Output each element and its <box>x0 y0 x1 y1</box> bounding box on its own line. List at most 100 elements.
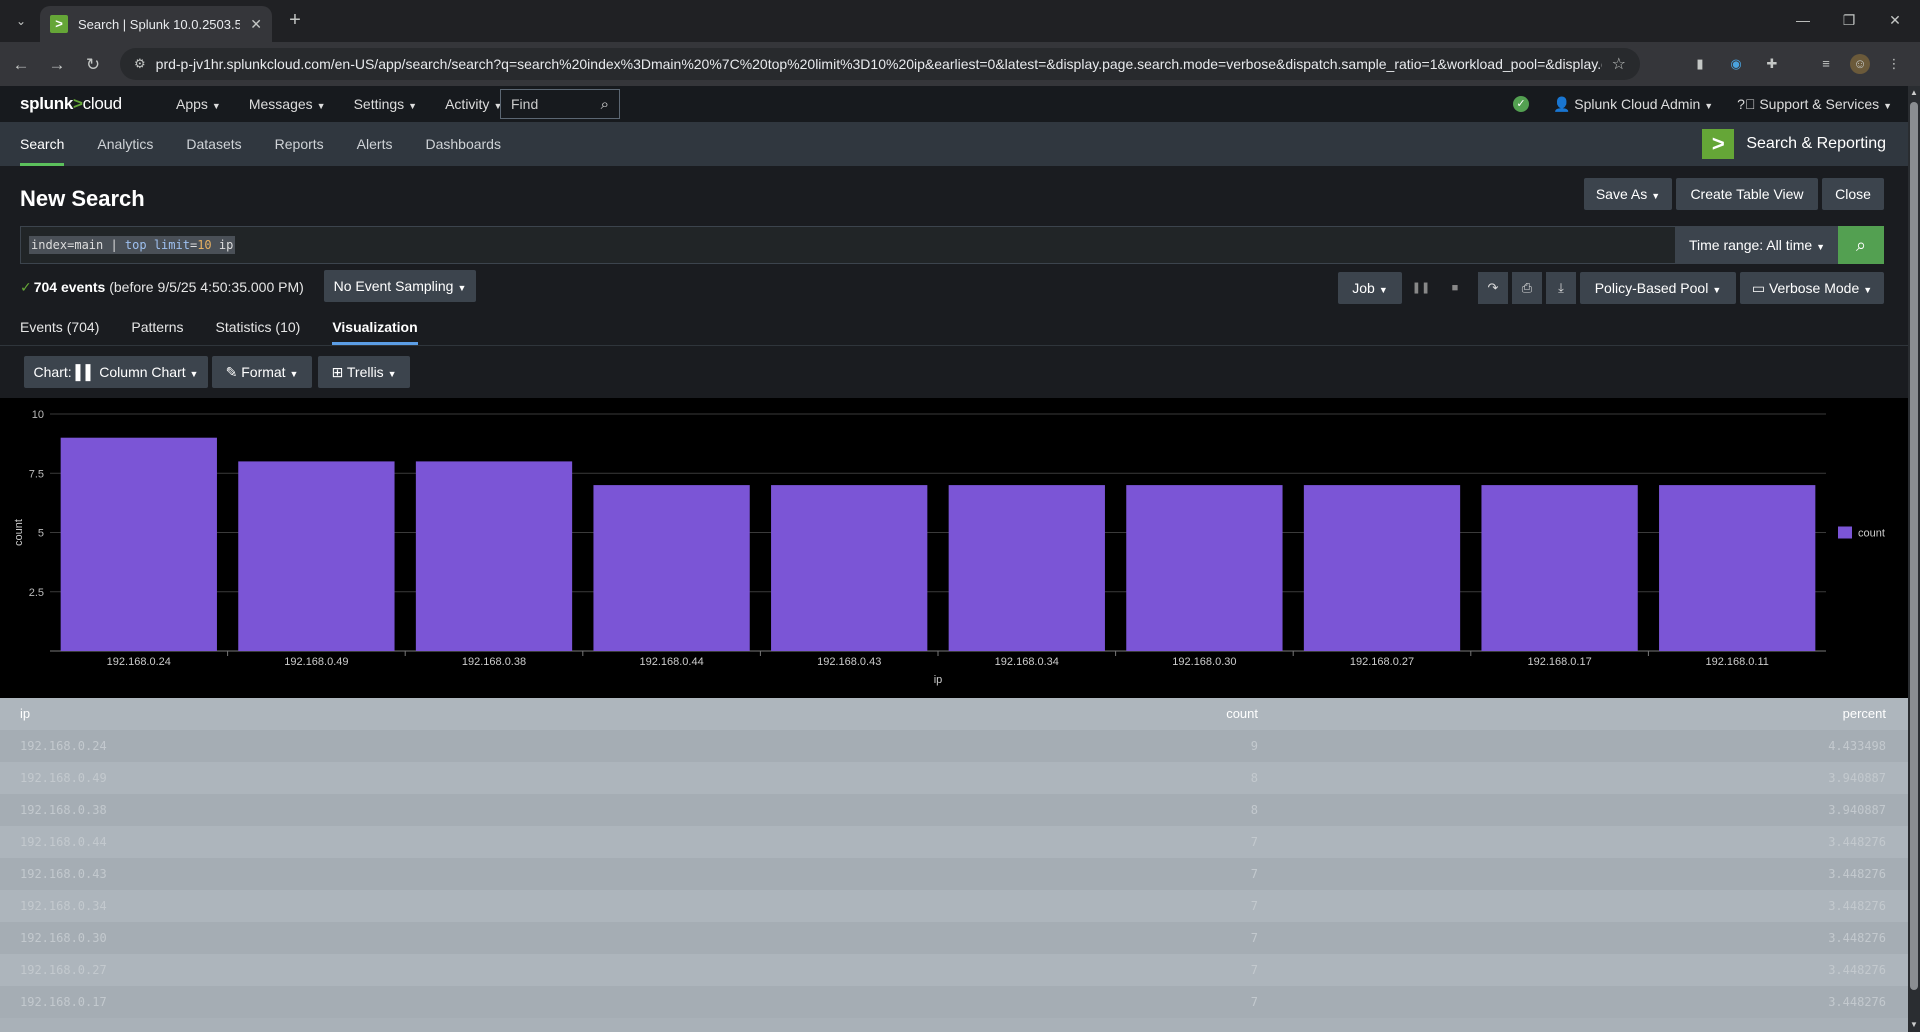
site-info-icon[interactable]: ⚙ <box>134 56 146 72</box>
extension-doc-icon[interactable]: ▮ <box>1690 54 1710 74</box>
bar[interactable] <box>1126 485 1283 651</box>
appnav-alerts[interactable]: Alerts <box>357 122 393 166</box>
stats-table: ip count percent 192.168.0.24 9 4.433498 19… <box>0 698 1908 1032</box>
tab-search-dropdown-icon[interactable]: ⌄ <box>8 8 34 34</box>
search-query-text: index=main | top limit=10 ip <box>29 236 236 254</box>
table-row[interactable]: 192.168.0.27 7 3.448276 <box>0 954 1908 986</box>
bar[interactable] <box>60 437 217 651</box>
cell-ip: 192.168.0.44 <box>20 835 107 849</box>
activity-menu[interactable]: Activity ▼ <box>445 96 502 112</box>
stop-icon[interactable]: ■ <box>1440 272 1470 304</box>
new-tab-icon[interactable]: + <box>282 8 308 34</box>
appnav-datasets[interactable]: Datasets <box>186 122 241 166</box>
bar[interactable] <box>771 485 928 651</box>
page-scrollbar[interactable]: ▲ ▼ <box>1908 86 1920 1032</box>
trellis-button[interactable]: ⊞ Trellis ▼ <box>318 356 410 388</box>
bar[interactable] <box>1303 485 1461 651</box>
workload-pool-menu[interactable]: Policy-Based Pool ▼ <box>1580 272 1736 304</box>
bar[interactable] <box>415 461 573 651</box>
print-icon[interactable]: ⎙ <box>1512 272 1542 304</box>
health-ok-icon[interactable]: ✓ <box>1512 96 1529 112</box>
x-tick-label: 192.168.0.24 <box>107 656 171 668</box>
tab-close-icon[interactable]: ✕ <box>250 16 262 33</box>
bar[interactable] <box>593 485 750 651</box>
y-tick-label: 2.5 <box>29 587 44 599</box>
settings-menu[interactable]: Settings ▼ <box>354 96 418 112</box>
job-menu[interactable]: Job ▼ <box>1338 272 1402 304</box>
restore-icon[interactable]: ❐ <box>1826 0 1872 42</box>
address-bar[interactable]: ⚙ prd-p-jv1hr.splunkcloud.com/en-US/app/… <box>120 48 1640 80</box>
find-input[interactable]: Find ⌕ <box>500 89 620 119</box>
table-row[interactable]: 192.168.0.30 7 3.448276 <box>0 922 1908 954</box>
mode-icon: ▭ <box>1751 280 1766 296</box>
search-mode-menu[interactable]: ▭ Verbose Mode ▼ <box>1740 272 1884 304</box>
header-count[interactable]: count <box>838 698 1258 730</box>
app-name[interactable]: > Search & Reporting <box>1702 129 1886 159</box>
table-row[interactable]: 192.168.0.49 8 3.940887 <box>0 762 1908 794</box>
close-button[interactable]: Close <box>1822 178 1884 210</box>
table-row[interactable]: 192.168.0.43 7 3.448276 <box>0 858 1908 890</box>
header-ip[interactable]: ip <box>20 698 30 730</box>
extensions-puzzle-icon[interactable]: ✚ <box>1762 54 1782 74</box>
bar[interactable] <box>1481 485 1638 651</box>
create-table-view-button[interactable]: Create Table View <box>1676 178 1818 210</box>
table-row[interactable]: 192.168.0.17 7 3.448276 <box>0 986 1908 1018</box>
media-queue-icon[interactable]: ≡ <box>1816 54 1836 74</box>
cell-percent: 3.448276 <box>1828 835 1886 849</box>
tab-events[interactable]: Events (704) <box>20 309 99 345</box>
time-range-picker[interactable]: Time range: All time ▼ <box>1676 226 1838 264</box>
window-close-icon[interactable]: ✕ <box>1872 0 1918 42</box>
appnav-analytics[interactable]: Analytics <box>97 122 153 166</box>
splunk-cloud-logo[interactable]: splunk>cloud <box>20 94 146 114</box>
apps-menu[interactable]: Apps ▼ <box>176 96 221 112</box>
tab-visualization[interactable]: Visualization <box>332 309 418 345</box>
appnav-dashboards[interactable]: Dashboards <box>425 122 501 166</box>
appnav-search[interactable]: Search <box>20 122 65 166</box>
table-row[interactable]: 192.168.0.38 8 3.940887 <box>0 794 1908 826</box>
appnav-reports[interactable]: Reports <box>275 122 324 166</box>
back-icon[interactable]: ← <box>8 52 34 78</box>
table-row[interactable]: 192.168.0.24 9 4.433498 <box>0 730 1908 762</box>
scroll-down-icon[interactable]: ▼ <box>1908 1018 1920 1032</box>
messages-menu[interactable]: Messages ▼ <box>249 96 326 112</box>
search-icon: ⌕ <box>1855 235 1867 255</box>
cell-ip: 192.168.0.49 <box>20 771 107 785</box>
chart-type-button[interactable]: Chart: ▌▌ Column Chart ▼ <box>24 356 208 388</box>
format-button[interactable]: ✎ Format ▼ <box>212 356 312 388</box>
bar[interactable] <box>1659 485 1816 651</box>
profile-avatar-icon[interactable]: ☺ <box>1850 54 1870 74</box>
browser-menu-icon[interactable]: ⋮ <box>1884 54 1904 74</box>
scrollbar-thumb[interactable] <box>1910 102 1918 990</box>
top-right-menu: ✓ 👤 Splunk Cloud Admin ▼ ?⃝ Support & Se… <box>1512 86 1892 122</box>
save-as-button[interactable]: Save As ▼ <box>1584 178 1672 210</box>
run-search-button[interactable]: ⌕ <box>1838 226 1884 264</box>
extension-sync-icon[interactable]: ◉ <box>1726 54 1746 74</box>
table-header: ip count percent <box>0 698 1908 730</box>
bookmark-star-icon[interactable]: ☆ <box>1612 54 1626 74</box>
forward-icon[interactable]: → <box>44 52 70 78</box>
browser-tab[interactable]: > Search | Splunk 10.0.2503.5 ✕ <box>40 6 272 42</box>
support-menu[interactable]: ?⃝ Support & Services ▼ <box>1737 96 1892 112</box>
scroll-up-icon[interactable]: ▲ <box>1908 86 1920 100</box>
chart-svg: 2.5 5 7.5 10 192.168.0.24 192.168.0.49 192.168… <box>13 409 1885 686</box>
user-menu[interactable]: 👤 Splunk Cloud Admin ▼ <box>1553 96 1713 113</box>
share-icon[interactable]: ↷ <box>1478 272 1508 304</box>
table-row[interactable]: 192.168.0.34 7 3.448276 <box>0 890 1908 922</box>
event-sampling-dropdown[interactable]: No Event Sampling ▼ <box>324 270 476 302</box>
tab-patterns[interactable]: Patterns <box>131 309 183 345</box>
bar[interactable] <box>948 485 1105 651</box>
reload-icon[interactable]: ↻ <box>80 52 106 78</box>
x-tick-label: 192.168.0.27 <box>1350 656 1414 668</box>
legend-swatch <box>1838 526 1852 539</box>
header-percent[interactable]: percent <box>1268 698 1886 730</box>
tab-divider <box>0 345 1908 346</box>
search-query-input[interactable]: index=main | top limit=10 ip <box>20 226 1676 264</box>
table-row[interactable]: 192.168.0.44 7 3.448276 <box>0 826 1908 858</box>
minimize-icon[interactable]: — <box>1780 0 1826 42</box>
bar[interactable] <box>238 461 395 651</box>
pause-icon[interactable]: ❚❚ <box>1406 272 1436 304</box>
export-icon[interactable]: ⤓ <box>1546 272 1576 304</box>
x-tick-label: 192.168.0.34 <box>995 656 1059 668</box>
search-icon[interactable]: ⌕ <box>601 96 609 113</box>
tab-statistics[interactable]: Statistics (10) <box>216 309 301 345</box>
